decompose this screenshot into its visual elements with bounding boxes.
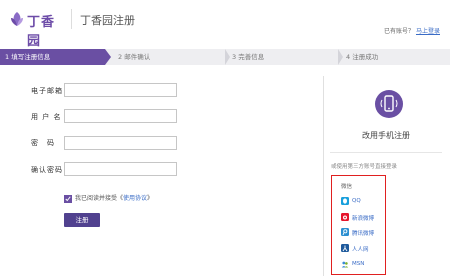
login-link[interactable]: 马上登录 (416, 28, 440, 35)
registration-steps: 1 填写注册信息 2 邮件确认 3 完善信息 4 注册成功 (0, 49, 450, 65)
password-label: 密 码 (31, 139, 55, 147)
tencent-weibo-label: 腾讯微博 (352, 231, 375, 237)
login-prompt: 已有账号？ 马上登录 (384, 26, 440, 35)
confirm-password-field[interactable] (64, 162, 177, 176)
step-2: 2 邮件确认 (118, 53, 151, 61)
step-1: 1 填写注册信息 (0, 49, 105, 65)
page-title: 丁香园注册 (80, 14, 135, 27)
step-4: 4 注册成功 (346, 53, 379, 61)
panel-divider (323, 76, 324, 276)
clove-logo-icon (11, 12, 23, 26)
checkmark-icon (65, 195, 71, 201)
qq-icon (341, 197, 349, 205)
step-arrow (105, 49, 111, 65)
agree-text: 我已阅读并接受《 (75, 195, 124, 202)
wechat-label: 微信 (341, 184, 353, 190)
terms-link[interactable]: 使用协议 (123, 195, 147, 202)
social-login-highlight (331, 175, 386, 275)
renren-icon (341, 244, 349, 252)
separator-line (330, 152, 442, 153)
agree-tail: 》 (147, 195, 154, 202)
logo-text: 丁香园 (27, 15, 56, 49)
email-field[interactable] (64, 83, 177, 97)
username-field[interactable] (64, 109, 177, 123)
msn-icon (341, 261, 349, 268)
agreement-row: 我已阅读并接受《使用协议》 (64, 193, 153, 203)
weibo-icon (341, 213, 349, 221)
phone-icon (380, 95, 398, 112)
step-3: 3 完善信息 (232, 53, 265, 61)
password-field[interactable] (64, 136, 177, 150)
register-button[interactable]: 注册 (64, 213, 100, 227)
login-prompt-text: 已有账号？ (383, 28, 414, 35)
step-separator (225, 49, 230, 65)
mobile-register-button[interactable] (375, 90, 403, 118)
email-label: 电子邮箱 (31, 87, 63, 95)
msn-label: MSN (352, 261, 365, 267)
confirm-password-label: 确认密码 (31, 166, 63, 174)
header: 丁香园 丁香园注册 已有账号？ 马上登录 (0, 0, 450, 49)
third-party-tip: 或使用第三方账号直接登录 (331, 164, 398, 170)
header-divider (71, 9, 72, 29)
agree-checkbox[interactable] (64, 194, 72, 203)
step-separator (338, 49, 343, 65)
username-label: 用 户 名 (31, 113, 62, 121)
logo[interactable]: 丁香园 (8, 8, 56, 49)
mobile-register-label[interactable]: 改用手机注册 (362, 130, 410, 141)
weibo-label: 新浪微博 (352, 216, 375, 222)
renren-label: 人人网 (352, 247, 369, 253)
qq-label: QQ (352, 198, 361, 204)
tencent-weibo-icon (341, 228, 349, 236)
